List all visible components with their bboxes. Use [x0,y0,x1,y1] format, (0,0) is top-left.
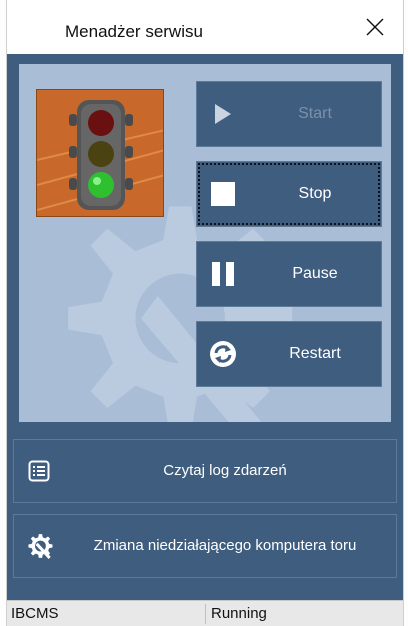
list-icon [28,460,50,482]
status-separator [205,604,206,624]
client-area: Start Stop Pause Restart Czytaj log zdar… [7,54,403,600]
read-log-button-label: Czytaj log zdarzeń [163,462,287,479]
service-manager-window: Menadżer serwisu Start Stop Pause Restar… [6,0,404,626]
status-bar: IBCMS Running [7,600,403,626]
close-icon [366,18,384,36]
change-computer-button-label: Zmiana niedziałającego komputera toru [93,537,357,554]
start-button-label: Start [298,105,332,122]
stop-button[interactable]: Stop [196,161,382,227]
stop-button-label: Stop [298,185,332,202]
pause-button-label: Pause [292,265,338,282]
start-button[interactable]: Start [196,81,382,147]
close-button[interactable] [347,0,403,54]
traffic-light-status-icon [36,89,164,217]
restart-button[interactable]: Restart [196,321,382,387]
pause-icon [212,262,234,286]
change-computer-button[interactable]: Zmiana niedziałającego komputera toru [13,514,397,578]
service-name: IBCMS [11,605,59,622]
play-icon [215,104,231,124]
gear-wrench-icon [28,534,53,559]
stop-icon [211,182,235,206]
restart-button-label: Restart [289,345,341,362]
service-state: Running [211,605,267,622]
control-panel: Start Stop Pause Restart [19,64,391,422]
read-log-button[interactable]: Czytaj log zdarzeń [13,439,397,503]
refresh-icon [210,341,236,367]
pause-button[interactable]: Pause [196,241,382,307]
window-title: Menadżer serwisu [65,22,203,41]
title-bar: Menadżer serwisu [7,0,403,54]
